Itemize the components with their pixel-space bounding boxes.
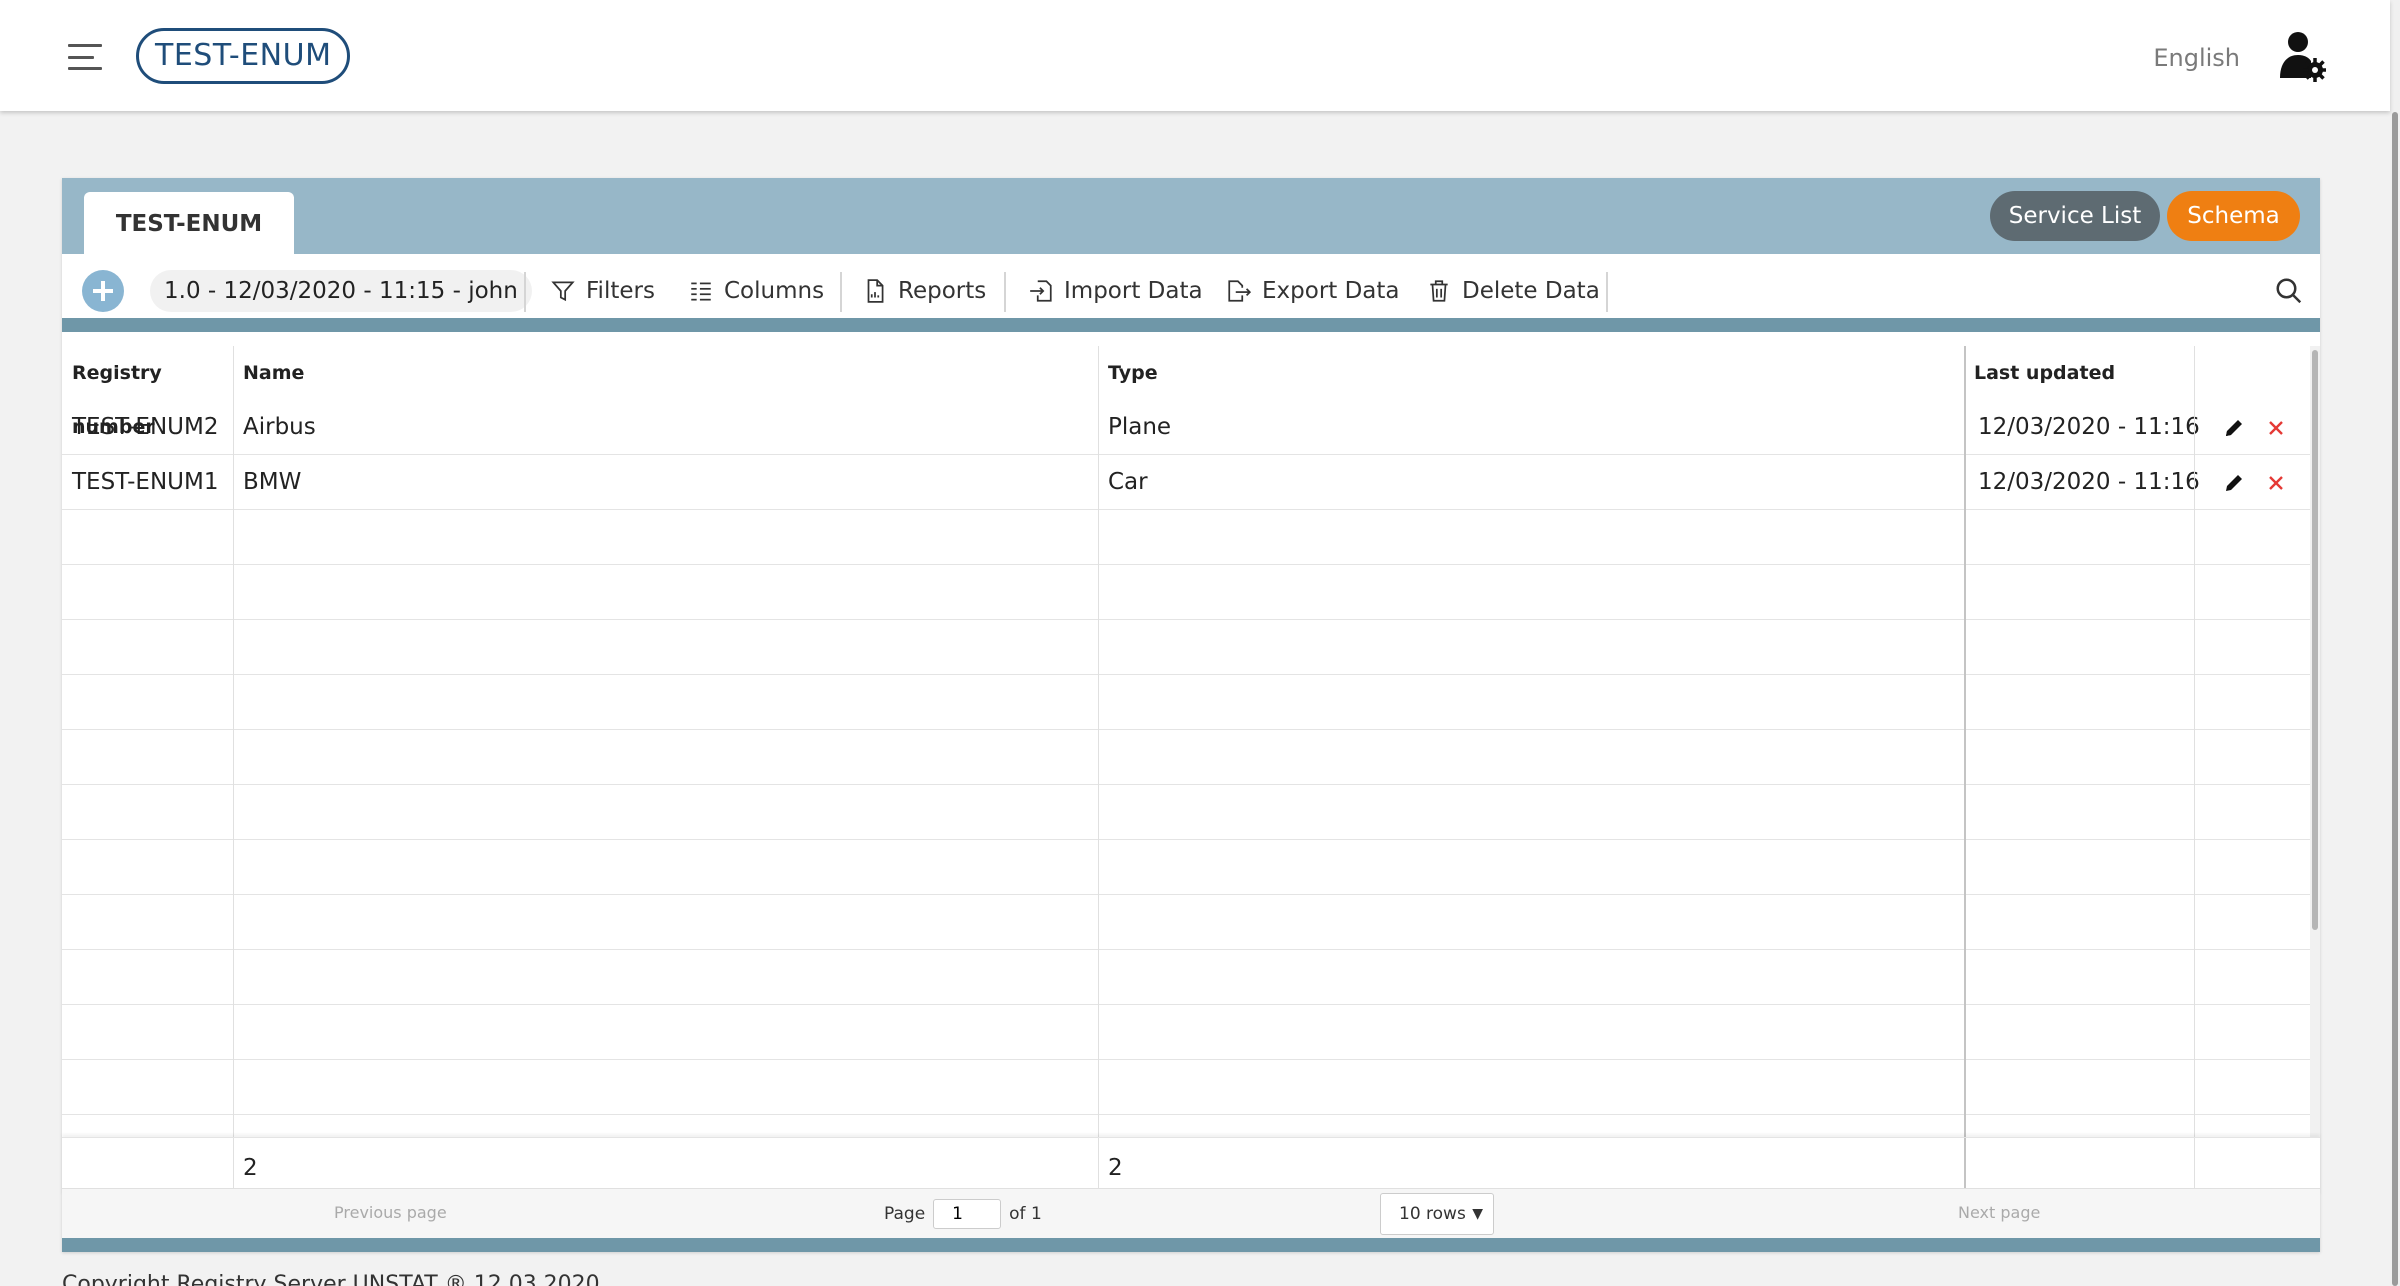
page-indicator: Page of 1 [884,1199,1042,1229]
edit-pencil-icon[interactable] [2222,416,2246,440]
column-header-type[interactable]: Type [1098,346,1964,400]
columns-icon [691,282,711,301]
toolbar-divider [524,272,526,312]
report-document-icon [867,279,884,303]
column-header-last-updated[interactable]: Last updated [1964,346,2194,400]
column-header-registry[interactable]: Registry number [62,346,233,438]
filter-icon [551,281,575,302]
empty-table-row [62,840,2310,895]
filters-button[interactable]: Filters [550,270,655,312]
import-data-label: Import Data [1064,278,1203,304]
top-header: TEST-ENUM English [0,0,2390,111]
table-header-row: Registry number Name Type Last updated [62,346,2310,438]
cell-registry: TEST-ENUM2 [72,414,219,440]
tab-test-enum[interactable]: TEST-ENUM [84,192,294,254]
table-row[interactable]: TEST-ENUM1 BMW Car 12/03/2020 - 11:16 [62,455,2310,510]
empty-table-row [62,895,2310,950]
panel-header: TEST-ENUM Service List Schema [62,178,2320,254]
columns-label: Columns [724,278,825,304]
page-label: Page [884,1204,926,1224]
toolbar-divider [1606,272,1608,312]
language-selector[interactable]: English [2153,44,2240,72]
column-header-name[interactable]: Name [233,346,1098,400]
service-list-button[interactable]: Service List [1990,191,2160,241]
columns-button[interactable]: Columns [688,270,824,312]
delete-data-button[interactable]: Delete Data [1426,270,1600,312]
version-selector[interactable]: 1.0 - 12/03/2020 - 11:15 - john [150,270,532,312]
column-divider [233,346,234,1137]
edit-pencil-icon[interactable] [2222,471,2246,495]
rows-per-page-select[interactable]: 10 rows ▼ [1380,1193,1494,1235]
empty-table-row [62,730,2310,785]
export-icon [1228,280,1252,302]
pagination-bar: Previous page Page of 1 10 rows ▼ Next p… [62,1188,2320,1238]
cell-last-updated: 12/03/2020 - 11:16 [1978,414,2200,440]
toolbar-divider [1004,272,1006,312]
empty-table-row [62,1060,2310,1115]
export-data-label: Export Data [1262,278,1400,304]
toolbar: 1.0 - 12/03/2020 - 11:15 - john Filters … [62,254,2320,332]
toolbar-divider [840,272,842,312]
row-actions [2222,455,2288,510]
empty-table-row [62,565,2310,620]
import-data-button[interactable]: Import Data [1028,270,1203,312]
footer-copyright: Copyright Registry Server UNSTAT ® 12.03… [62,1272,600,1286]
add-record-button[interactable] [82,270,124,312]
column-divider[interactable] [1964,346,1966,1137]
reports-label: Reports [898,278,987,304]
app-logo[interactable]: TEST-ENUM [136,28,351,84]
caret-down-icon: ▼ [1472,1206,1483,1222]
export-data-button[interactable]: Export Data [1226,270,1400,312]
cell-name: BMW [243,469,302,495]
page-scrollbar-thumb[interactable] [2392,112,2398,1286]
hamburger-menu-icon[interactable] [68,44,102,70]
row-actions [2222,400,2288,455]
empty-table-row [62,510,2310,565]
delete-x-icon[interactable] [2264,416,2288,440]
cell-type: Car [1108,469,1148,495]
cell-name: Airbus [243,414,316,440]
reports-button[interactable]: Reports [862,270,986,312]
table-scrollbar-thumb[interactable] [2312,350,2318,930]
cell-registry: TEST-ENUM1 [72,469,219,495]
previous-page-button[interactable]: Previous page [334,1203,447,1222]
schema-button[interactable]: Schema [2167,191,2300,241]
data-table: Registry number Name Type Last updated T… [62,346,2310,1137]
empty-table-row [62,675,2310,730]
user-settings-icon[interactable] [2278,30,2326,82]
rows-per-page-value: 10 rows [1399,1204,1466,1224]
delete-data-label: Delete Data [1462,278,1600,304]
cell-last-updated: 12/03/2020 - 11:16 [1978,469,2200,495]
page-of-label: of 1 [1009,1204,1042,1224]
column-divider [1098,346,1099,1137]
empty-table-row [62,1005,2310,1060]
table-row[interactable]: TEST-ENUM2 Airbus Plane 12/03/2020 - 11:… [62,400,2310,455]
import-icon [1030,280,1052,302]
empty-table-row [62,950,2310,1005]
search-icon[interactable] [2274,276,2304,306]
trash-icon [1430,280,1448,302]
panel-bottom-bar [62,1238,2320,1252]
empty-table-row [62,785,2310,840]
filters-label: Filters [586,278,655,304]
page-number-input[interactable] [933,1199,1002,1229]
delete-x-icon[interactable] [2264,471,2288,495]
data-panel: TEST-ENUM Service List Schema 1.0 - 12/0… [62,178,2320,1252]
empty-table-row [62,620,2310,675]
next-page-button[interactable]: Next page [1958,1203,2040,1222]
column-divider [2194,346,2195,1137]
cell-type: Plane [1108,414,1172,440]
